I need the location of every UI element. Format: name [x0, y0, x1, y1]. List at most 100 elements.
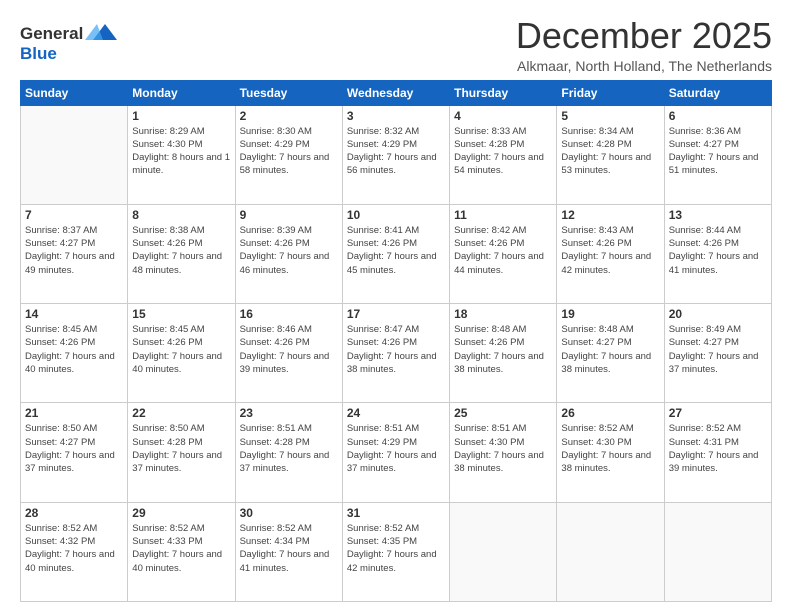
calendar-cell: 18Sunrise: 8:48 AMSunset: 4:26 PMDayligh… [450, 304, 557, 403]
day-number: 30 [240, 506, 338, 520]
calendar-cell: 25 Sunrise: 8:51 AMSunset: 4:30 PMDayligh… [450, 403, 557, 502]
day-number: 8 [132, 208, 230, 222]
calendar-cell: 5Sunrise: 8:34 AMSunset: 4:28 PMDaylight… [557, 105, 664, 204]
calendar-cell: 22Sunrise: 8:50 AMSunset: 4:28 PMDayligh… [128, 403, 235, 502]
day-info: Sunrise: 8:52 AMSunset: 4:35 PMDaylight:… [347, 522, 445, 575]
day-info: Sunrise: 8:33 AMSunset: 4:28 PMDaylight:… [454, 125, 552, 178]
month-title: December 2025 [516, 16, 772, 56]
calendar-cell: 2 Sunrise: 8:30 AMSunset: 4:29 PMDaylight… [235, 105, 342, 204]
weekday-header-sunday: Sunday [21, 80, 128, 105]
day-info: Sunrise: 8:41 AMSunset: 4:26 PMDaylight:… [347, 224, 445, 277]
location-title: Alkmaar, North Holland, The Netherlands [516, 58, 772, 74]
day-number: 16 [240, 307, 338, 321]
day-info: Sunrise: 8:43 AMSunset: 4:26 PMDaylight:… [561, 224, 659, 277]
calendar-cell: 4 Sunrise: 8:33 AMSunset: 4:28 PMDaylight… [450, 105, 557, 204]
calendar-cell: 15Sunrise: 8:45 AMSunset: 4:26 PMDayligh… [128, 304, 235, 403]
day-number: 17 [347, 307, 445, 321]
weekday-header-thursday: Thursday [450, 80, 557, 105]
week-row-2: 14 Sunrise: 8:45 AMSunset: 4:26 PMDayligh… [21, 304, 772, 403]
day-info: Sunrise: 8:50 AMSunset: 4:27 PMDaylight:… [25, 422, 123, 475]
day-info: Sunrise: 8:52 AMSunset: 4:30 PMDaylight:… [561, 422, 659, 475]
day-info: Sunrise: 8:45 AMSunset: 4:26 PMDaylight:… [25, 323, 123, 376]
calendar-cell [557, 502, 664, 601]
header: General Blue December 2025 Alkmaar, Nort… [20, 16, 772, 74]
calendar-cell: 29Sunrise: 8:52 AMSunset: 4:33 PMDayligh… [128, 502, 235, 601]
calendar-cell: 16 Sunrise: 8:46 AMSunset: 4:26 PMDayligh… [235, 304, 342, 403]
week-row-1: 7 Sunrise: 8:37 AMSunset: 4:27 PMDaylight… [21, 204, 772, 303]
day-number: 6 [669, 109, 767, 123]
day-info: Sunrise: 8:36 AMSunset: 4:27 PMDaylight:… [669, 125, 767, 178]
week-row-4: 28 Sunrise: 8:52 AMSunset: 4:32 PMDayligh… [21, 502, 772, 601]
calendar-cell: 21 Sunrise: 8:50 AMSunset: 4:27 PMDayligh… [21, 403, 128, 502]
day-number: 21 [25, 406, 123, 420]
day-info: Sunrise: 8:30 AMSunset: 4:29 PMDaylight:… [240, 125, 338, 178]
day-info: Sunrise: 8:51 AMSunset: 4:28 PMDaylight:… [240, 422, 338, 475]
day-number: 13 [669, 208, 767, 222]
calendar-cell: 12 Sunrise: 8:43 AMSunset: 4:26 PMDayligh… [557, 204, 664, 303]
day-number: 14 [25, 307, 123, 321]
day-number: 25 [454, 406, 552, 420]
day-info: Sunrise: 8:34 AMSunset: 4:28 PMDaylight:… [561, 125, 659, 178]
day-info: Sunrise: 8:37 AMSunset: 4:27 PMDaylight:… [25, 224, 123, 277]
calendar-cell [450, 502, 557, 601]
day-number: 4 [454, 109, 552, 123]
day-number: 24 [347, 406, 445, 420]
day-number: 27 [669, 406, 767, 420]
calendar-cell: 27Sunrise: 8:52 AMSunset: 4:31 PMDayligh… [664, 403, 771, 502]
weekday-header-saturday: Saturday [664, 80, 771, 105]
day-info: Sunrise: 8:52 AMSunset: 4:32 PMDaylight:… [25, 522, 123, 575]
day-info: Sunrise: 8:32 AMSunset: 4:29 PMDaylight:… [347, 125, 445, 178]
logo: General Blue [20, 20, 117, 64]
day-number: 12 [561, 208, 659, 222]
page: General Blue December 2025 Alkmaar, Nort… [0, 0, 792, 612]
logo-general: General [20, 24, 83, 44]
day-number: 19 [561, 307, 659, 321]
calendar-cell: 6 Sunrise: 8:36 AMSunset: 4:27 PMDaylight… [664, 105, 771, 204]
day-number: 2 [240, 109, 338, 123]
day-info: Sunrise: 8:51 AMSunset: 4:30 PMDaylight:… [454, 422, 552, 475]
day-info: Sunrise: 8:44 AMSunset: 4:26 PMDaylight:… [669, 224, 767, 277]
week-row-3: 21 Sunrise: 8:50 AMSunset: 4:27 PMDayligh… [21, 403, 772, 502]
calendar-cell: 14 Sunrise: 8:45 AMSunset: 4:26 PMDayligh… [21, 304, 128, 403]
calendar-cell: 3Sunrise: 8:32 AMSunset: 4:29 PMDaylight… [342, 105, 449, 204]
day-number: 7 [25, 208, 123, 222]
day-number: 23 [240, 406, 338, 420]
calendar-table: SundayMondayTuesdayWednesdayThursdayFrid… [20, 80, 772, 602]
weekday-header-wednesday: Wednesday [342, 80, 449, 105]
day-number: 15 [132, 307, 230, 321]
calendar-cell: 28 Sunrise: 8:52 AMSunset: 4:32 PMDayligh… [21, 502, 128, 601]
day-info: Sunrise: 8:49 AMSunset: 4:27 PMDaylight:… [669, 323, 767, 376]
day-info: Sunrise: 8:52 AMSunset: 4:33 PMDaylight:… [132, 522, 230, 575]
calendar-cell: 10 Sunrise: 8:41 AMSunset: 4:26 PMDayligh… [342, 204, 449, 303]
calendar-cell: 9 Sunrise: 8:39 AMSunset: 4:26 PMDaylight… [235, 204, 342, 303]
calendar-cell: 19 Sunrise: 8:48 AMSunset: 4:27 PMDayligh… [557, 304, 664, 403]
calendar-cell: 11Sunrise: 8:42 AMSunset: 4:26 PMDayligh… [450, 204, 557, 303]
calendar-cell: 31 Sunrise: 8:52 AMSunset: 4:35 PMDayligh… [342, 502, 449, 601]
day-number: 26 [561, 406, 659, 420]
logo-icon [85, 20, 117, 48]
calendar-cell: 26 Sunrise: 8:52 AMSunset: 4:30 PMDayligh… [557, 403, 664, 502]
day-info: Sunrise: 8:46 AMSunset: 4:26 PMDaylight:… [240, 323, 338, 376]
logo-blue: Blue [20, 44, 57, 64]
day-number: 31 [347, 506, 445, 520]
day-info: Sunrise: 8:48 AMSunset: 4:27 PMDaylight:… [561, 323, 659, 376]
day-info: Sunrise: 8:51 AMSunset: 4:29 PMDaylight:… [347, 422, 445, 475]
title-section: December 2025 Alkmaar, North Holland, Th… [516, 16, 772, 74]
calendar-cell: 24 Sunrise: 8:51 AMSunset: 4:29 PMDayligh… [342, 403, 449, 502]
day-info: Sunrise: 8:42 AMSunset: 4:26 PMDaylight:… [454, 224, 552, 277]
calendar-cell [21, 105, 128, 204]
calendar-cell: 17Sunrise: 8:47 AMSunset: 4:26 PMDayligh… [342, 304, 449, 403]
day-number: 9 [240, 208, 338, 222]
day-number: 28 [25, 506, 123, 520]
day-number: 22 [132, 406, 230, 420]
calendar-cell: 7 Sunrise: 8:37 AMSunset: 4:27 PMDaylight… [21, 204, 128, 303]
day-info: Sunrise: 8:48 AMSunset: 4:26 PMDaylight:… [454, 323, 552, 376]
calendar-cell: 23 Sunrise: 8:51 AMSunset: 4:28 PMDayligh… [235, 403, 342, 502]
day-info: Sunrise: 8:52 AMSunset: 4:34 PMDaylight:… [240, 522, 338, 575]
weekday-header-monday: Monday [128, 80, 235, 105]
calendar-cell: 1Sunrise: 8:29 AMSunset: 4:30 PMDaylight… [128, 105, 235, 204]
calendar-cell: 20Sunrise: 8:49 AMSunset: 4:27 PMDayligh… [664, 304, 771, 403]
day-number: 10 [347, 208, 445, 222]
day-info: Sunrise: 8:39 AMSunset: 4:26 PMDaylight:… [240, 224, 338, 277]
weekday-header-friday: Friday [557, 80, 664, 105]
